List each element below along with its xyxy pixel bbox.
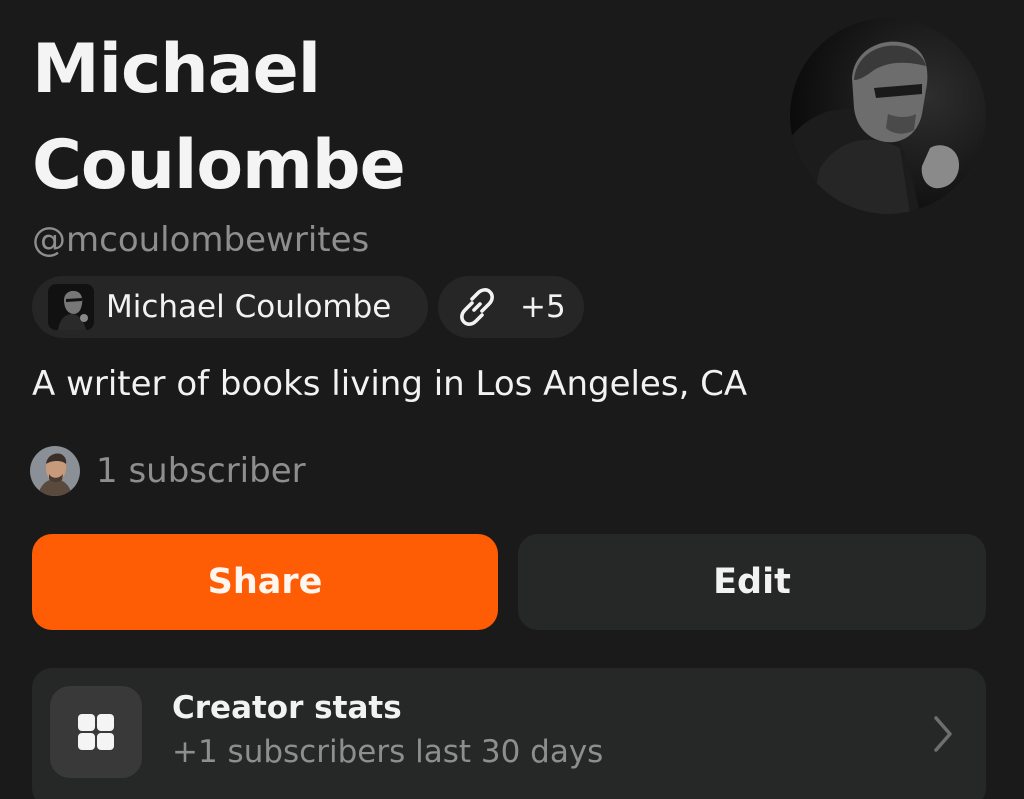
link-icon bbox=[452, 282, 502, 332]
creator-stats-card[interactable]: Creator stats +1 subscribers last 30 day… bbox=[32, 668, 986, 799]
account-chip[interactable]: Michael Coulombe bbox=[32, 276, 428, 338]
share-button[interactable]: Share bbox=[32, 534, 498, 630]
profile-name: Michael Coulombe bbox=[32, 22, 772, 214]
profile-page: Michael Coulombe @mcoulombewrites Michae… bbox=[0, 0, 1024, 799]
grid-icon bbox=[50, 686, 142, 778]
links-chip[interactable]: +5 bbox=[438, 276, 584, 338]
account-thumbnail bbox=[48, 284, 94, 330]
edit-button[interactable]: Edit bbox=[518, 534, 986, 630]
profile-handle: @mcoulombewrites bbox=[32, 220, 370, 260]
account-chip-label: Michael Coulombe bbox=[106, 289, 392, 325]
links-chip-label: +5 bbox=[520, 289, 566, 325]
profile-bio: A writer of books living in Los Angeles,… bbox=[32, 364, 748, 404]
chevron-right-icon bbox=[928, 712, 958, 756]
subscriber-count: 1 subscriber bbox=[96, 451, 306, 491]
creator-stats-subtitle: +1 subscribers last 30 days bbox=[172, 734, 604, 770]
profile-name-line1: Michael bbox=[32, 30, 321, 109]
subscriber-summary[interactable]: 1 subscriber bbox=[30, 446, 306, 496]
subscriber-avatar bbox=[30, 446, 80, 496]
creator-stats-title: Creator stats bbox=[172, 690, 402, 726]
profile-name-line2: Coulombe bbox=[32, 126, 406, 205]
profile-avatar[interactable] bbox=[790, 18, 986, 214]
